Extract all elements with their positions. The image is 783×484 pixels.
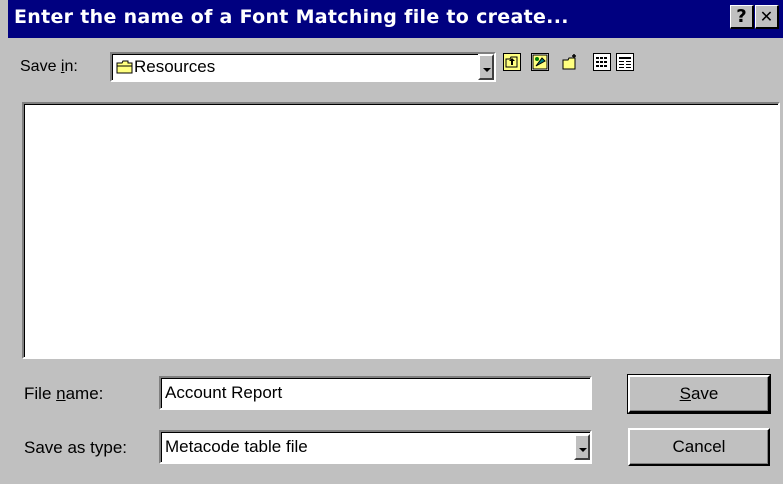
save-as-type-value: Metacode table file — [165, 437, 308, 456]
title-bar[interactable]: Enter the name of a Font Matching file t… — [8, 0, 783, 38]
save-in-label: Save in: — [20, 58, 78, 75]
save-as-type-label: Save as type: — [24, 438, 128, 457]
details-view-icon[interactable] — [616, 53, 634, 71]
new-folder-icon[interactable] — [561, 53, 579, 71]
save-in-combobox[interactable]: Resources — [110, 52, 496, 82]
file-list[interactable] — [22, 102, 780, 359]
save-in-value: Resources — [134, 57, 216, 76]
help-button[interactable]: ? — [730, 5, 754, 29]
save-button[interactable]: Save — [627, 374, 771, 414]
chevron-down-icon — [579, 448, 587, 452]
close-button[interactable]: ✕ — [755, 5, 779, 29]
save-in-dropdown-button[interactable] — [478, 54, 494, 80]
up-one-level-icon[interactable] — [503, 53, 521, 71]
chevron-down-icon — [483, 68, 491, 72]
desktop-icon[interactable] — [531, 53, 549, 71]
file-name-label: File name: — [24, 384, 104, 403]
file-name-value: Account Report — [165, 383, 283, 402]
list-view-icon[interactable] — [593, 53, 611, 71]
window-title: Enter the name of a Font Matching file t… — [14, 6, 569, 28]
save-as-type-combobox[interactable]: Metacode table file — [159, 430, 592, 464]
cancel-button[interactable]: Cancel — [628, 428, 770, 466]
folder-icon — [116, 60, 134, 74]
save-as-type-dropdown-button[interactable] — [574, 434, 590, 460]
file-name-field[interactable]: Account Report — [159, 376, 592, 410]
